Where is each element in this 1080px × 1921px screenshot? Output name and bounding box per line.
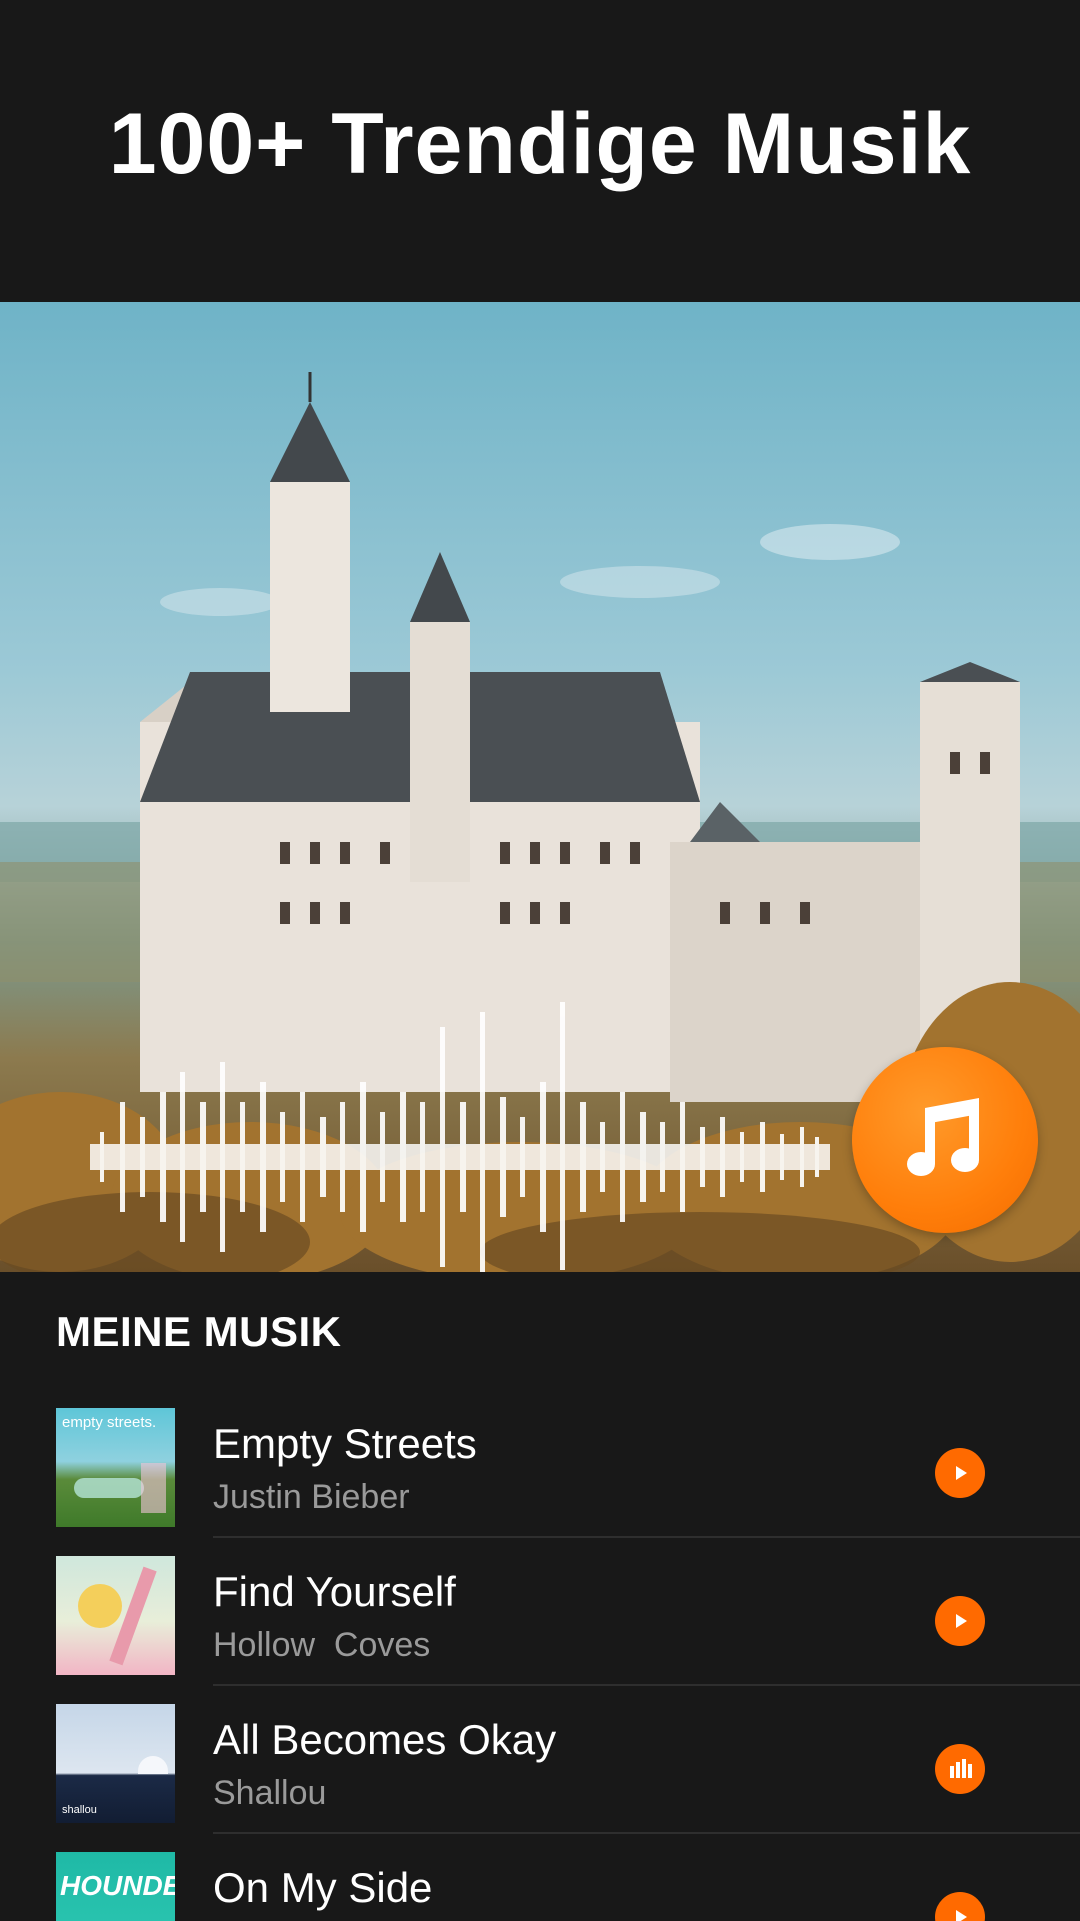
track-artist: Shallou bbox=[213, 1774, 327, 1812]
track-title: All Becomes Okay bbox=[213, 1716, 557, 1763]
track-item[interactable]: Find Yourself Hollow Coves bbox=[0, 1538, 1080, 1686]
equalizer-icon bbox=[950, 1759, 972, 1778]
header: 100+ Trendige Musik bbox=[0, 0, 1080, 302]
track-item[interactable]: HOUNDED On My Side bbox=[0, 1834, 1080, 1921]
section-title: MEINE MUSIK bbox=[56, 1308, 342, 1355]
music-note-icon bbox=[907, 1098, 979, 1176]
equalizer-button[interactable] bbox=[935, 1744, 985, 1794]
play-icon bbox=[956, 1466, 967, 1480]
page-title: 100+ Trendige Musik bbox=[108, 96, 972, 192]
play-icon bbox=[956, 1910, 967, 1921]
album-cover-text: shallou bbox=[62, 1804, 97, 1816]
play-button[interactable] bbox=[935, 1448, 985, 1498]
album-cover: HOUNDED bbox=[56, 1852, 175, 1921]
album-cover bbox=[56, 1556, 175, 1675]
track-item[interactable]: shallou All Becomes Okay Shallou bbox=[0, 1686, 1080, 1834]
music-fab-button[interactable] bbox=[852, 1047, 1038, 1233]
track-title: Find Yourself bbox=[213, 1568, 456, 1615]
track-item[interactable]: empty streets. Empty Streets Justin Bieb… bbox=[0, 1390, 1080, 1538]
album-cover-text: HOUNDED bbox=[60, 1870, 175, 1901]
track-title: Empty Streets bbox=[213, 1420, 477, 1467]
play-button[interactable] bbox=[935, 1892, 985, 1921]
track-artist: Hollow Coves bbox=[213, 1626, 431, 1664]
album-cover: empty streets. bbox=[56, 1408, 175, 1527]
track-title: On My Side bbox=[213, 1864, 433, 1911]
album-cover: shallou bbox=[56, 1704, 175, 1823]
play-icon bbox=[956, 1614, 967, 1628]
play-button[interactable] bbox=[935, 1596, 985, 1646]
track-artist: Justin Bieber bbox=[213, 1478, 410, 1516]
album-cover-text: empty streets. bbox=[62, 1414, 157, 1431]
music-screen: 100+ Trendige Musik MEINE MUSIK empty st… bbox=[0, 0, 1080, 1921]
